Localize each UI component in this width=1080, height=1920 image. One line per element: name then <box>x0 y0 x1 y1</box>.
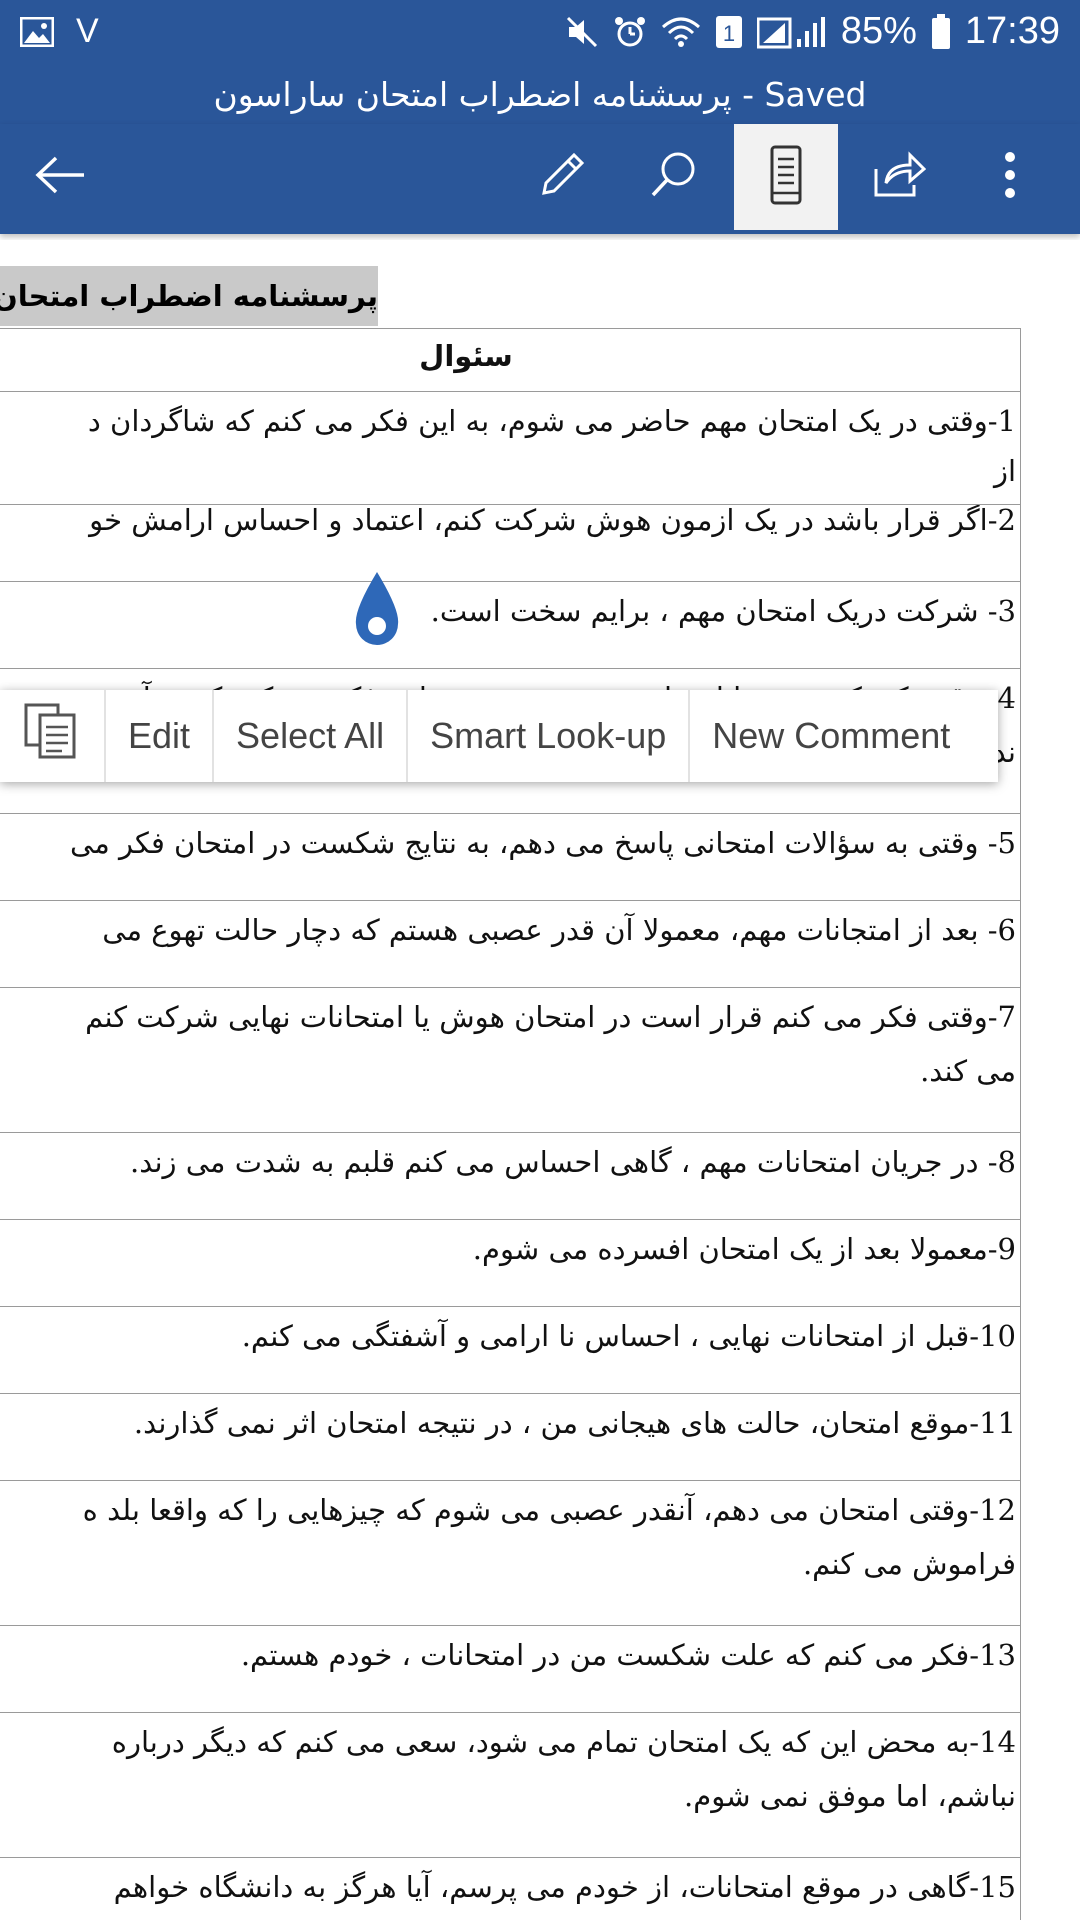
row-text-line: 2-اگر قرار باشد در یک ازمون هوش شرکت کنم… <box>89 504 1016 537</box>
row-text-line: 11-موقع امتحان، حالت های هیجانی من ، در … <box>133 1406 1016 1440</box>
table-header-cell[interactable]: سئوال <box>0 329 1020 391</box>
selection-context-menu: Edit Select All Smart Look-up New Commen… <box>0 690 998 782</box>
row-text-line: 14-به محض این که یک امتحان تمام می شود، … <box>111 1725 1016 1759</box>
battery-percent: 85% <box>840 10 917 52</box>
table-row[interactable]: 11-موقع امتحان، حالت های هیجانی من ، در … <box>0 1393 1020 1480</box>
share-button[interactable] <box>846 124 950 230</box>
table-row[interactable]: 3- شرکت دریک امتحان مهم ، برایم سخت است. <box>0 581 1020 668</box>
smart-lookup-menu-item[interactable]: Smart Look-up <box>406 690 688 782</box>
copy-icon <box>22 703 82 770</box>
edit-menu-item[interactable]: Edit <box>104 690 212 782</box>
mobile-view-icon <box>766 145 806 210</box>
mute-icon <box>565 15 599 49</box>
table-row[interactable]: 7-وقتی فکر می کنم قرار است در امتحان هوش… <box>0 987 1020 1132</box>
row-text-line: از <box>993 454 1016 488</box>
wifi-icon <box>661 15 701 49</box>
select-all-menu-item[interactable]: Select All <box>212 690 406 782</box>
gallery-icon <box>20 16 54 47</box>
status-indicator: V <box>76 12 99 50</box>
search-icon <box>648 149 700 206</box>
edit-button[interactable] <box>510 124 614 230</box>
row-text-line: 1-وقتی در یک امتحان مهم حاضر می شوم، به … <box>87 404 1016 438</box>
copy-button[interactable] <box>0 690 104 782</box>
svg-text:1: 1 <box>723 21 735 46</box>
table-row[interactable]: 12-وقتی امتحان می دهم، آنقدر عصبی می شوم… <box>0 1480 1020 1625</box>
signal-icon <box>756 15 827 49</box>
status-bar: V 1 85% 17:39 <box>0 0 1080 64</box>
document-canvas[interactable]: پرسشنامه اضطراب امتحان س سئوال 1-وقتی در… <box>0 240 1080 1920</box>
table-row[interactable]: 10-قبل از امتحانات نهایی ، احساس نا ارام… <box>0 1306 1020 1393</box>
app-toolbar <box>0 124 1080 234</box>
row-text-line: می کند. <box>920 1054 1016 1088</box>
table-header-label: سئوال <box>419 339 513 373</box>
back-button[interactable] <box>8 124 112 230</box>
mobile-view-button[interactable] <box>734 124 838 230</box>
sim-icon: 1 <box>715 15 743 49</box>
row-text-line: 13-فکر می کنم که علت شکست من در امتحانات… <box>240 1638 1016 1672</box>
battery-icon <box>931 13 951 50</box>
alarm-icon <box>613 15 647 49</box>
row-text-line: 7-وقتی فکر می کنم قرار است در امتحان هوش… <box>85 1000 1016 1034</box>
document-title: پرسشنامه اضطراب امتحان ساراسون - Saved <box>213 74 867 114</box>
selected-title-text[interactable]: پرسشنامه اضطراب امتحان س <box>0 266 378 326</box>
row-text-line: 5- وقتی به سؤالات امتحانی پاسخ می دهم، ب… <box>70 826 1016 860</box>
search-button[interactable] <box>622 124 726 230</box>
table-row[interactable]: 2-اگر قرار باشد در یک ازمون هوش شرکت کنم… <box>0 504 1020 581</box>
row-text-line: نباشم، اما موفق نمی شوم. <box>684 1779 1016 1813</box>
document-title-bar: پرسشنامه اضطراب امتحان ساراسون - Saved <box>0 64 1080 124</box>
back-arrow-icon <box>34 155 86 200</box>
row-text-line: 6- بعد از امتجانات مهم، معمولا آن قدر عص… <box>102 913 1016 947</box>
table-row[interactable]: 1-وقتی در یک امتحان مهم حاضر می شوم، به … <box>0 391 1020 504</box>
table-row[interactable]: 13-فکر می کنم که علت شکست من در امتحانات… <box>0 1625 1020 1712</box>
more-icon <box>1002 150 1018 205</box>
clock: 17:39 <box>964 10 1060 52</box>
edit-pencil-icon <box>536 149 588 206</box>
row-text-line: 3- شرکت دریک امتحان مهم ، برایم سخت است. <box>430 594 1016 628</box>
new-comment-menu-item[interactable]: New Comment <box>688 690 972 782</box>
more-options-button[interactable] <box>958 124 1062 230</box>
table-row[interactable]: 14-به محض این که یک امتحان تمام می شود، … <box>0 1712 1020 1857</box>
table-row[interactable]: 15-گاهی در موقع امتحانات، از خودم می پرس… <box>0 1857 1020 1920</box>
row-text-line: 8- در جریان امتحانات مهم ، گاهی احساس می… <box>130 1145 1016 1179</box>
row-text-line: فراموش می کنم. <box>802 1547 1016 1581</box>
row-text-line: 10-قبل از امتحانات نهایی ، احساس نا ارام… <box>241 1319 1016 1353</box>
selection-handle[interactable] <box>352 570 402 650</box>
share-icon <box>870 149 927 206</box>
row-text-line: 9-معمولا بعد از یک امتحان افسرده می شوم. <box>472 1232 1016 1266</box>
row-text-line: 12-وقتی امتحان می دهم، آنقدر عصبی می شوم… <box>82 1493 1016 1527</box>
table-row[interactable]: 5- وقتی به سؤالات امتحانی پاسخ می دهم، ب… <box>0 813 1020 900</box>
table-row[interactable]: 6- بعد از امتجانات مهم، معمولا آن قدر عص… <box>0 900 1020 987</box>
row-text-line: 15-گاهی در موقع امتحانات، از خودم می پرس… <box>113 1870 1016 1904</box>
table-row[interactable]: 9-معمولا بعد از یک امتحان افسرده می شوم. <box>0 1219 1020 1306</box>
table-row[interactable]: 8- در جریان امتحانات مهم ، گاهی احساس می… <box>0 1132 1020 1219</box>
questions-table: سئوال 1-وقتی در یک امتحان مهم حاضر می شو… <box>0 328 1021 1920</box>
